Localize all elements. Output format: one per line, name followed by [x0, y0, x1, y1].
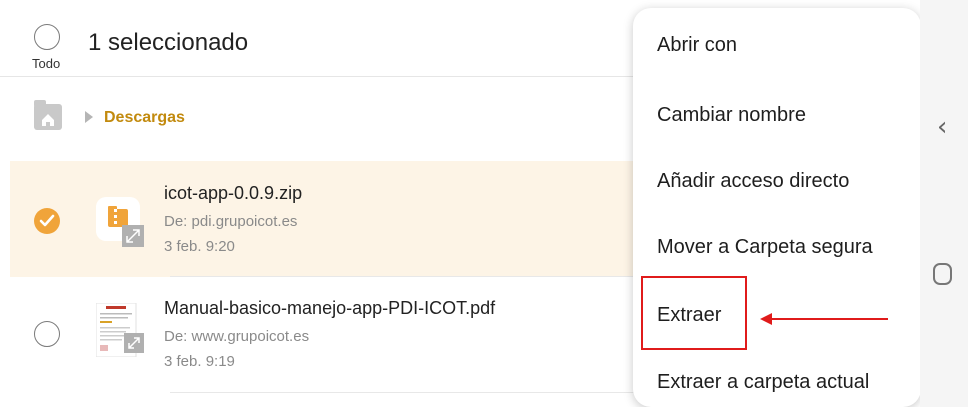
row-checked-checkbox[interactable]	[34, 208, 60, 234]
breadcrumb-folder-descargas[interactable]: Descargas	[104, 109, 185, 127]
breadcrumb-chevron-icon	[85, 111, 93, 123]
file-name: Manual-basico-manejo-app-PDI-ICOT.pdf	[164, 298, 496, 318]
file-name: icot-app-0.0.9.zip	[164, 183, 303, 203]
back-chevron-icon[interactable]: ‹	[937, 112, 947, 142]
home-folder-icon[interactable]	[34, 100, 62, 130]
select-all-checkbox[interactable]	[34, 24, 60, 50]
menu-item-mover-carpeta-segura[interactable]: Mover a Carpeta segura	[657, 236, 873, 259]
menu-item-extraer-carpeta-actual[interactable]: Extraer a carpeta actual	[657, 371, 869, 394]
selection-count-title: 1 seleccionado	[88, 29, 249, 56]
file-date: 3 feb. 9:19	[164, 353, 235, 370]
row-checkbox[interactable]	[34, 321, 60, 347]
menu-item-abrir-con[interactable]: Abrir con	[657, 34, 737, 57]
menu-item-cambiar-nombre[interactable]: Cambiar nombre	[657, 104, 806, 127]
home-button-icon[interactable]	[933, 263, 952, 285]
select-all-label: Todo	[32, 56, 61, 71]
system-nav-bar: ‹	[920, 0, 968, 407]
file-date: 3 feb. 9:20	[164, 238, 235, 255]
menu-item-anadir-acceso-directo[interactable]: Añadir acceso directo	[657, 170, 849, 193]
checkmark-icon	[39, 214, 55, 227]
file-source: De: www.grupoicot.es	[164, 328, 310, 345]
annotation-highlight-box	[641, 276, 747, 350]
zip-archive-icon	[96, 197, 144, 247]
file-source: De: pdi.grupoicot.es	[164, 213, 298, 230]
pdf-thumbnail-icon	[96, 303, 144, 357]
annotation-arrow-line	[770, 318, 888, 320]
